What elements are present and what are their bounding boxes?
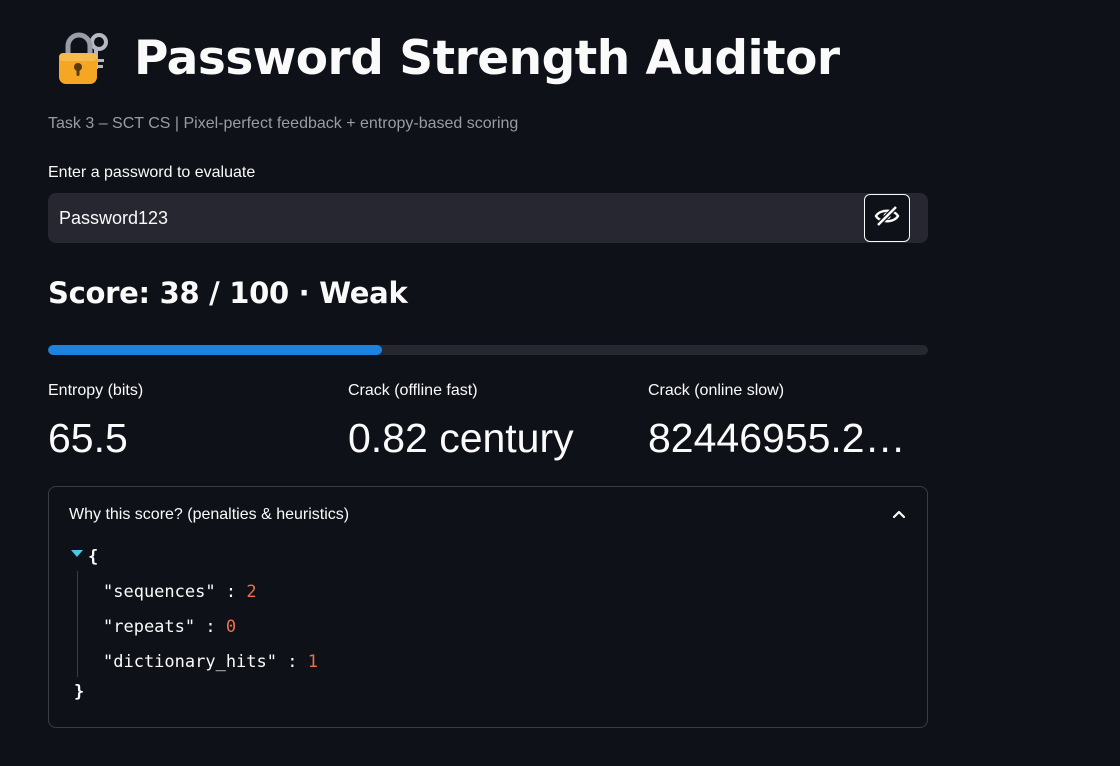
json-value: 1 [307,652,318,672]
json-open-brace: { [88,547,99,567]
json-entry: "repeats" : 0 [103,617,237,637]
header: Password Strength Auditor [56,26,840,90]
metric-value: 65.5 [48,415,128,461]
expander-header[interactable]: Why this score? (penalties & heuristics) [49,487,927,545]
password-input-label: Enter a password to evaluate [48,164,256,181]
password-field [48,193,928,243]
chevron-up-icon [889,504,909,524]
password-input[interactable] [48,193,858,243]
metric-entropy: Entropy (bits) 65.5 [48,380,328,461]
json-value: 0 [225,617,237,637]
eye-slash-icon [874,204,900,232]
json-key: "repeats" [103,617,196,637]
metric-label: Entropy (bits) [48,382,144,399]
metric-label: Crack (offline fast) [348,382,478,399]
page-subtitle: Task 3 – SCT CS | Pixel-perfect feedback… [48,115,519,132]
json-key: "sequences" [103,582,216,602]
metric-crack-offline: Crack (offline fast) 0.82 century [348,380,628,461]
app-page: Password Strength Auditor Task 3 – SCT C… [0,0,1120,766]
toggle-password-visibility-button[interactable] [864,194,910,242]
page-title: Password Strength Auditor [134,30,840,86]
metric-label: Crack (online slow) [648,382,785,399]
json-value: 2 [246,582,257,602]
json-key: "dictionary_hits" [103,652,277,672]
score-explanation-expander: Why this score? (penalties & heuristics)… [48,486,928,728]
metric-value: 0.82 century [348,415,574,461]
score-progress-fill [48,345,383,355]
metric-crack-online: Crack (online slow) 82446955.22… [648,380,928,461]
collapse-caret-icon[interactable] [71,550,83,557]
score-heading: Score: 38 / 100 · Weak [48,276,408,310]
json-entry: "sequences" : 2 [103,582,257,602]
metric-value: 82446955.22… [648,415,928,461]
json-close-brace: } [74,682,85,702]
json-indent-guide [77,571,78,677]
lock-with-key-icon [56,29,114,87]
json-entry: "dictionary_hits" : 1 [103,652,318,672]
expander-label: Why this score? (penalties & heuristics) [69,506,350,523]
score-progress-bar [48,345,928,355]
